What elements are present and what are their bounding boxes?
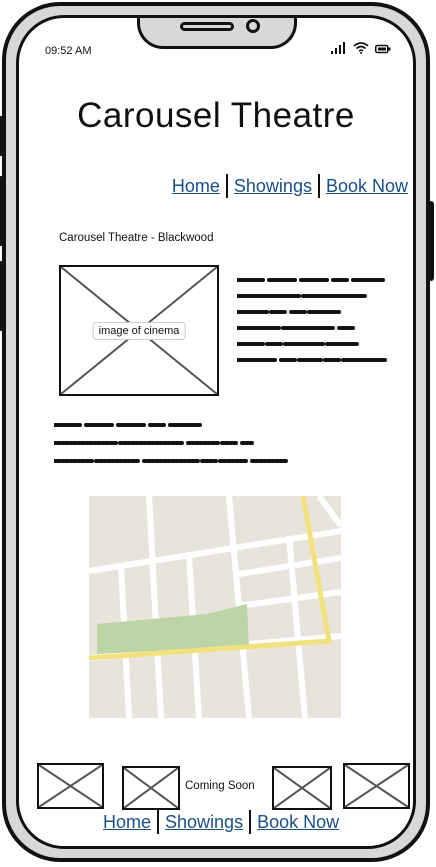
phone-power-button	[428, 201, 434, 281]
camera-icon	[246, 19, 260, 33]
footer-showings-link[interactable]: Showings	[159, 812, 249, 833]
footer-nav: Home Showings Book Now	[97, 810, 345, 834]
venue-name: Carousel Theatre - Blackwood	[59, 232, 214, 244]
page-title: Carousel Theatre	[77, 96, 355, 135]
nav-book-now-link[interactable]: Book Now	[320, 176, 413, 197]
placeholder-text-block	[54, 423, 288, 463]
phone-screen: 09:52 AM Carousel Theatre Home Showings …	[16, 15, 416, 849]
wifi-icon	[353, 42, 369, 54]
footer-home-link[interactable]: Home	[97, 812, 157, 833]
cinema-image: image of cinema	[59, 265, 219, 396]
coming-soon-label: Coming Soon	[185, 780, 255, 792]
battery-icon	[375, 44, 391, 54]
placeholder-image-icon	[345, 765, 408, 807]
placeholder-image-icon	[39, 765, 102, 807]
phone-frame: 09:52 AM Carousel Theatre Home Showings …	[0, 2, 434, 862]
placeholder-image-icon	[274, 768, 330, 808]
nav-home-link[interactable]: Home	[166, 176, 226, 197]
nav-showings-link[interactable]: Showings	[228, 176, 318, 197]
coming-soon-image-3[interactable]	[272, 766, 332, 810]
coming-soon-image-4[interactable]	[343, 763, 410, 809]
coming-soon-image-1[interactable]	[37, 763, 104, 809]
placeholder-text-block	[237, 278, 387, 362]
phone-notch	[137, 18, 297, 49]
speaker-icon	[180, 22, 234, 31]
phone-side-button	[0, 116, 4, 156]
status-icons	[331, 42, 391, 54]
top-nav: Home Showings Book Now	[166, 174, 413, 198]
status-time: 09:52 AM	[45, 45, 92, 57]
signal-icon	[331, 42, 345, 54]
image-caption: image of cinema	[92, 321, 186, 340]
footer-book-now-link[interactable]: Book Now	[251, 812, 345, 833]
coming-soon-image-2[interactable]	[122, 766, 180, 810]
map-image[interactable]	[89, 496, 341, 718]
placeholder-image-icon	[124, 768, 178, 808]
phone-volume-down	[0, 261, 4, 331]
phone-volume-up	[0, 176, 4, 246]
